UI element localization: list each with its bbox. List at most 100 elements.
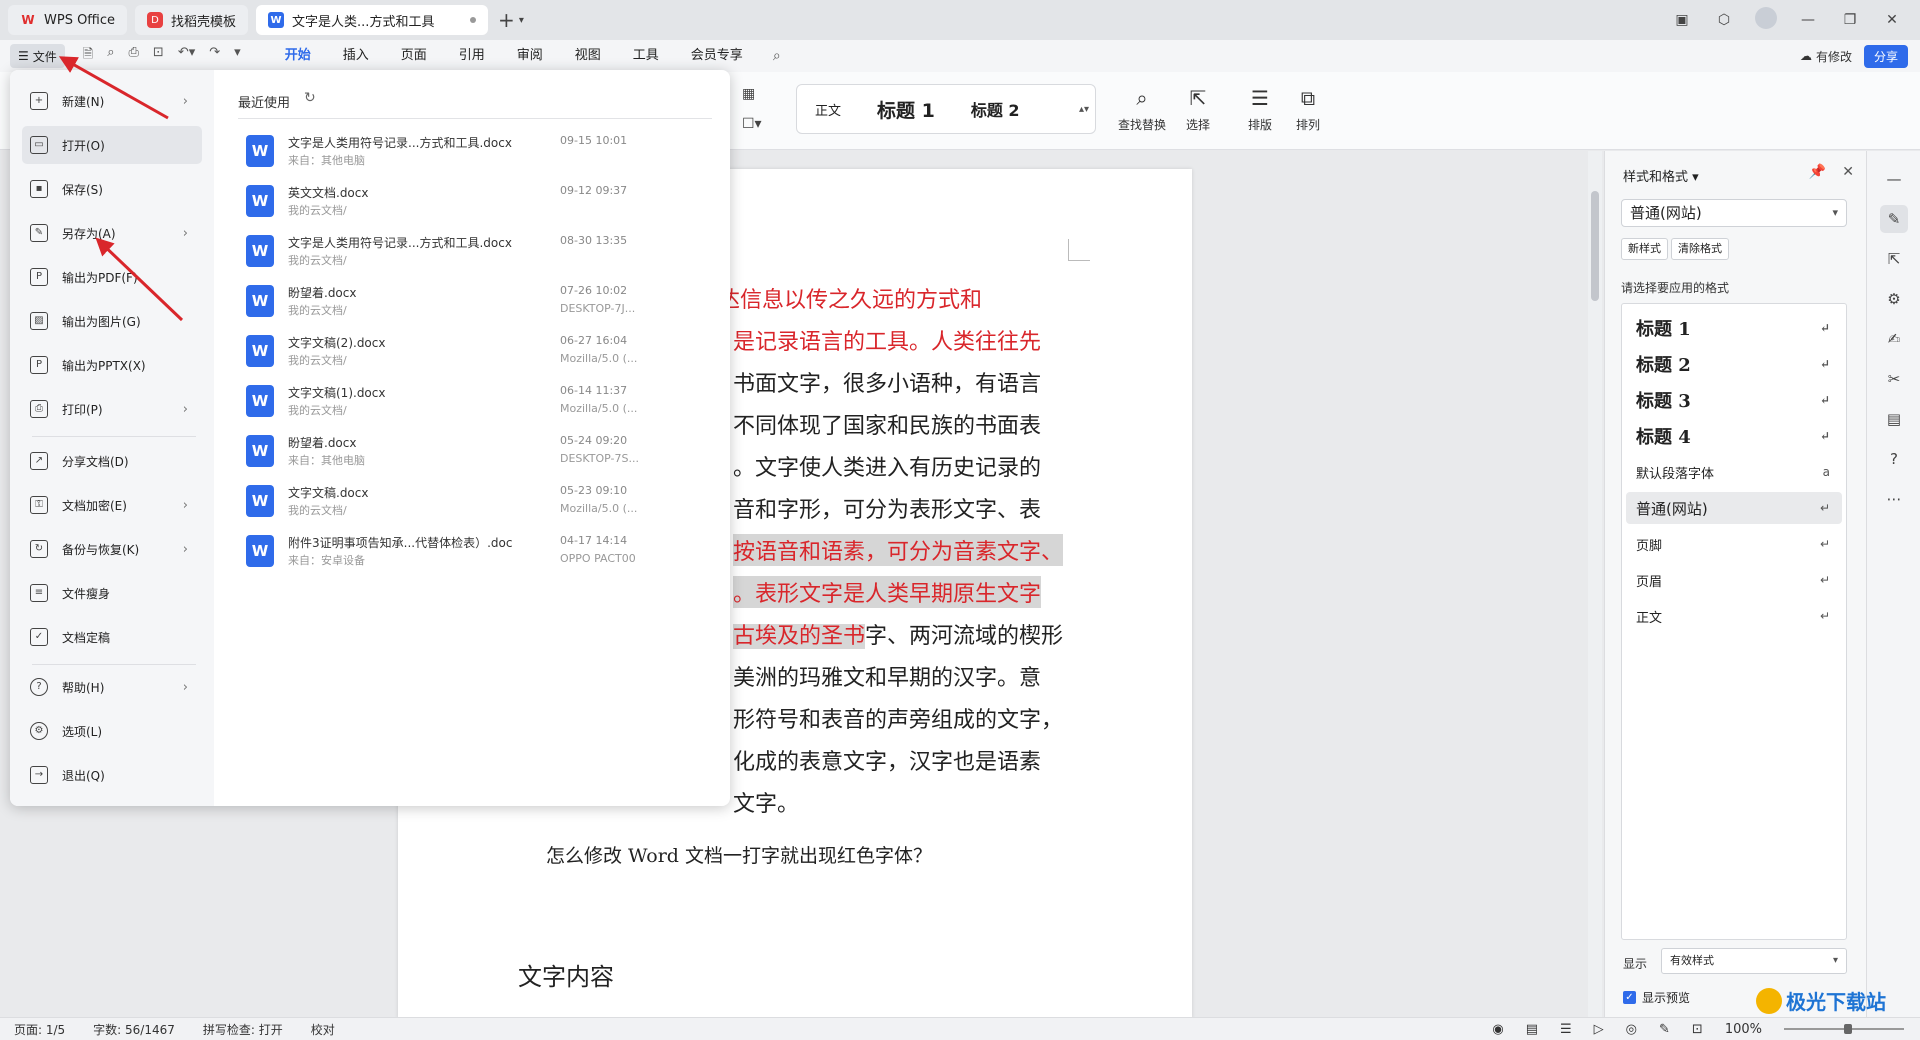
menu-open[interactable]: ▭ 打开(O) — [22, 126, 202, 164]
tab-document[interactable]: W 文字是人类...方式和工具 — [256, 5, 489, 35]
close-icon[interactable]: ✕ — [1842, 164, 1854, 180]
doc-line-highlighted[interactable]: 按语音和语素，可分为音素文字、 — [733, 534, 1064, 566]
menu-new[interactable]: + 新建(N) › — [22, 82, 202, 120]
tab-template[interactable]: D 找稻壳模板 — [135, 5, 249, 35]
tab-review[interactable]: 审阅 — [501, 40, 559, 72]
save-icon[interactable]: 🗎 — [83, 45, 93, 67]
document-scrollbar[interactable] — [1588, 151, 1602, 1017]
new-style-button[interactable]: 新样式 — [1621, 238, 1668, 260]
recent-file-item[interactable]: W 英文文档.docx 我的云文档/09-12 09:37 — [246, 180, 696, 226]
doc-question[interactable]: 怎么修改 Word 文档一打字就出现红色字体？ — [546, 841, 932, 868]
help-icon[interactable]: ? — [1880, 445, 1908, 473]
page-view-icon[interactable]: ▤ — [1526, 1022, 1538, 1037]
tab-tools[interactable]: 工具 — [617, 40, 675, 72]
undo-icon[interactable]: ↶▾ — [178, 45, 195, 67]
doc-line[interactable]: 书面文字，很多小语种，有语言 — [733, 366, 1041, 398]
redo-icon[interactable]: ↷ — [209, 45, 220, 67]
edit-doc-icon[interactable]: ✍ — [1880, 325, 1908, 353]
recent-file-item[interactable]: W 文字文稿.docx 我的云文档/05-23 09:10 Mozilla/5.0 (… — [246, 480, 696, 526]
style-item-footer[interactable]: 页脚 ↵ — [1626, 528, 1842, 560]
doc-line[interactable]: 文字。 — [733, 786, 799, 818]
close-icon[interactable]: ✕ — [1878, 12, 1906, 28]
select-button[interactable]: ⇱ 选择 — [1186, 86, 1210, 133]
page-indicator[interactable]: 页面: 1/5 — [14, 1021, 65, 1038]
tab-wps-office[interactable]: W WPS Office — [8, 5, 128, 35]
search-icon[interactable]: ⌕ — [773, 48, 781, 64]
menu-options[interactable]: ⚙ 选项(L) — [22, 712, 202, 750]
minimize-icon[interactable]: — — [1794, 12, 1822, 28]
tab-page[interactable]: 页面 — [385, 40, 443, 72]
layout-icon[interactable]: ▣ — [1668, 12, 1696, 28]
recent-file-item[interactable]: W 文字是人类用符号记录...方式和工具.docx 我的云文档/08-30 13:3… — [246, 230, 696, 276]
menu-help[interactable]: ? 帮助(H) › — [22, 668, 202, 706]
tab-insert[interactable]: 插入 — [327, 40, 385, 72]
menu-exit[interactable]: → 退出(Q) — [22, 756, 202, 794]
style-item-header[interactable]: 页眉 ↵ — [1626, 564, 1842, 596]
menu-export-pdf[interactable]: P 输出为PDF(F) — [22, 258, 202, 296]
style-item-body[interactable]: 正文 ↵ — [1626, 600, 1842, 632]
doc-line[interactable]: 达信息以传之久远的方式和 — [718, 282, 982, 314]
menu-export-pptx[interactable]: P 输出为PPTX(X) — [22, 346, 202, 384]
recent-file-item[interactable]: W 文字文稿(2).docx 我的云文档/06-27 16:04 Mozilla/5.… — [246, 330, 696, 376]
menu-slim[interactable]: ≡ 文件瘦身 — [22, 574, 202, 612]
book-icon[interactable]: ▤ — [1880, 405, 1908, 433]
more-chevron-icon[interactable]: ▾ — [234, 45, 241, 67]
tab-member[interactable]: 会员专享 — [675, 40, 759, 72]
zoom-slider[interactable] — [1784, 1024, 1904, 1034]
new-tab-button[interactable]: + ▾ — [498, 8, 524, 32]
web-icon[interactable]: ◎ — [1626, 1022, 1637, 1037]
spell-check[interactable]: 拼写检查: 打开 — [203, 1021, 283, 1038]
style-normal[interactable]: 正文 — [797, 100, 859, 119]
collapse-icon[interactable]: — — [1880, 165, 1908, 193]
recent-file-item[interactable]: W 文字文稿(1).docx 我的云文档/06-14 11:37 Mozilla/5.… — [246, 380, 696, 426]
find-replace-button[interactable]: ⌕ 查找替换 — [1118, 86, 1166, 133]
doc-line[interactable]: 是记录语言的工具。人类往往先 — [733, 324, 1041, 356]
arrange-button[interactable]: ⧉ 排列 — [1296, 86, 1320, 133]
select-cursor-icon[interactable]: ⇱ — [1880, 245, 1908, 273]
doc-line[interactable]: 不同体现了国家和民族的书面表 — [733, 408, 1041, 440]
proofread[interactable]: 校对 — [311, 1021, 335, 1038]
tab-home[interactable]: 开始 — [268, 40, 327, 72]
pen-icon[interactable]: ✎ — [1659, 1022, 1670, 1037]
cube-icon[interactable]: ⬡ — [1710, 12, 1738, 28]
style-item-normal-web[interactable]: 普通(网站) ↵ — [1626, 492, 1842, 524]
doc-line[interactable]: 化成的表意文字，汉字也是语素 — [733, 744, 1041, 776]
modified-button[interactable]: ☁ 有修改 — [1800, 48, 1852, 65]
menu-save[interactable]: ▪ 保存(S) — [22, 170, 202, 208]
recent-file-item[interactable]: W 附件3证明事项告知承...代替体检表）.doc 来自：安卓设备 04-17 14:… — [246, 530, 696, 576]
doc-line[interactable]: 形符号和表音的声旁组成的文字， — [733, 702, 1063, 734]
menu-backup[interactable]: ↻ 备份与恢复(K) › — [22, 530, 202, 568]
adjust-icon[interactable]: ⚙ — [1880, 285, 1908, 313]
tab-reference[interactable]: 引用 — [443, 40, 501, 72]
style-item-heading-3[interactable]: 标题 3 ↵ — [1626, 384, 1842, 416]
style-item-default-font[interactable]: 默认段落字体 a — [1626, 456, 1842, 488]
doc-line[interactable]: 音和字形，可分为表形文字、表 — [733, 492, 1041, 524]
style-heading-1[interactable]: 标题 1 — [859, 96, 953, 123]
doc-line-highlighted[interactable]: 。表形文字是人类早期原生文字 — [733, 576, 1042, 608]
menu-export-image[interactable]: ▨ 输出为图片(G) — [22, 302, 202, 340]
quick-styles-gallery[interactable]: 正文 标题 1 标题 2 ▴▾ — [796, 84, 1096, 134]
clear-format-button[interactable]: 清除格式 — [1671, 238, 1729, 260]
style-item-heading-4[interactable]: 标题 4 ↵ — [1626, 420, 1842, 452]
scrollbar-thumb[interactable] — [1591, 191, 1599, 301]
fit-icon[interactable]: ⊡ — [1692, 1022, 1703, 1037]
outline-icon[interactable]: ☰ — [1560, 1022, 1572, 1037]
frame-icon[interactable]: ☐▾ — [742, 116, 762, 132]
play-icon[interactable]: ▷ — [1594, 1022, 1604, 1037]
link-icon[interactable]: ⌕ — [107, 45, 114, 67]
avatar[interactable] — [1752, 7, 1780, 33]
tools-icon[interactable]: ✂ — [1880, 365, 1908, 393]
typeset-button[interactable]: ☰ 排版 — [1248, 86, 1272, 133]
word-count[interactable]: 字数: 56/1467 — [93, 1021, 175, 1038]
doc-line-mixed[interactable]: 古埃及的圣书字、两河流域的楔形 — [733, 618, 1063, 650]
recent-file-item[interactable]: W 盼望着.docx 来自：其他电脑 05-24 09:20 DESKTOP-7S... — [246, 430, 696, 476]
share-button[interactable]: 分享 — [1863, 44, 1908, 68]
menu-encrypt[interactable]: ⚿ 文档加密(E) › — [22, 486, 202, 524]
menu-finalize[interactable]: ✓ 文档定稿 — [22, 618, 202, 656]
zoom-level[interactable]: 100% — [1725, 1022, 1762, 1037]
refresh-icon[interactable]: ↻ — [304, 90, 316, 106]
doc-line[interactable]: 美洲的玛雅文和早期的汉字。意 — [733, 660, 1041, 692]
recent-file-item[interactable]: W 盼望着.docx 我的云文档/07-26 10:02 DESKTOP-7J... — [246, 280, 696, 326]
current-style-select[interactable]: 普通(网站) ▾ — [1621, 199, 1847, 227]
tab-view[interactable]: 视图 — [559, 40, 617, 72]
